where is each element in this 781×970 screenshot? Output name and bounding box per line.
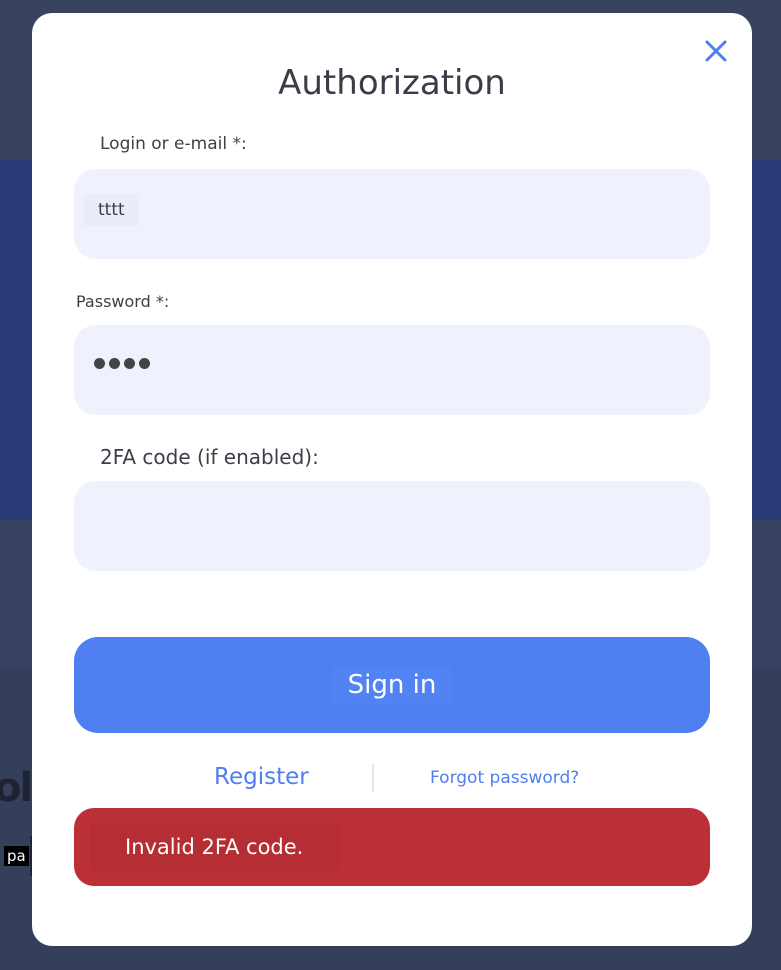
background-label: pa [4, 846, 29, 866]
sign-in-button[interactable]: Sign in [74, 637, 710, 733]
password-dot [109, 358, 120, 369]
password-dot [139, 358, 150, 369]
password-mask [94, 358, 150, 369]
login-input-value: tttt [84, 194, 139, 226]
password-input[interactable] [74, 325, 710, 415]
authorization-modal: Authorization Login or e-mail *: tttt Pa… [32, 13, 752, 946]
error-banner: Invalid 2FA code. [74, 808, 710, 886]
forgot-password-link[interactable]: Forgot password? [430, 768, 579, 788]
password-label: Password *: [76, 292, 170, 311]
login-label: Login or e-mail *: [100, 134, 247, 154]
twofa-input[interactable] [74, 481, 710, 571]
password-dot [124, 358, 135, 369]
password-dot [94, 358, 105, 369]
sign-in-label: Sign in [331, 666, 453, 704]
error-message: Invalid 2FA code. [90, 823, 340, 871]
links-divider [372, 764, 374, 792]
background-heading-fragment: ol [0, 765, 33, 811]
modal-title: Authorization [278, 63, 506, 103]
twofa-label: 2FA code (if enabled): [100, 445, 319, 469]
register-link[interactable]: Register [214, 764, 309, 790]
close-icon [705, 40, 727, 62]
login-input[interactable] [74, 169, 710, 259]
